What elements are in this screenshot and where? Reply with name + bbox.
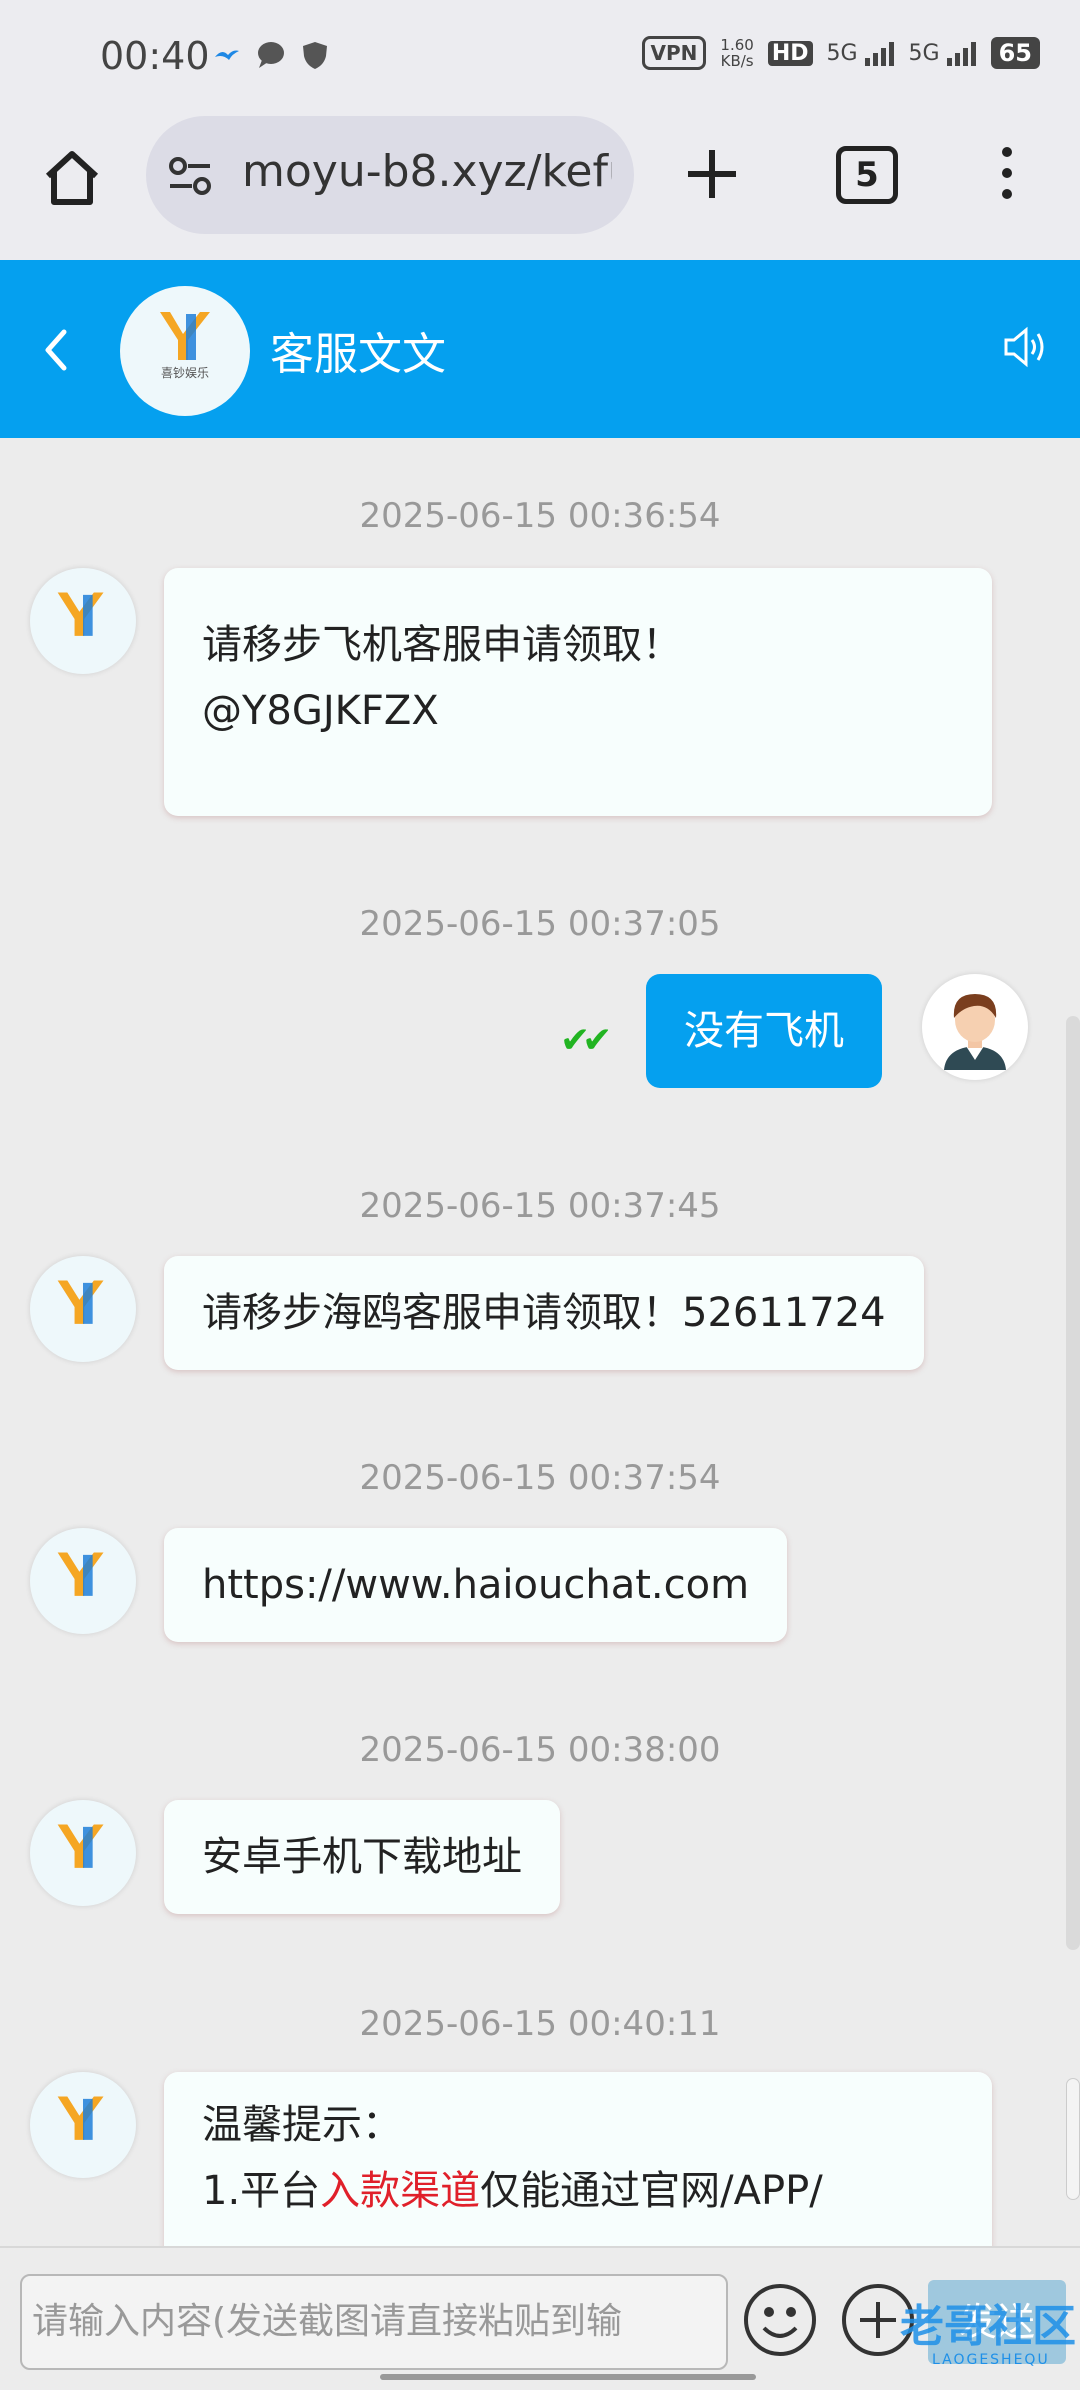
address-bar[interactable]: moyu-b8.xyz/kefu [146,116,634,234]
message-timestamp: 2025-06-15 00:40:11 [359,2004,721,2044]
highlighted-text: 入款渠道 [320,2168,481,2214]
message-text: 仅能通过官网/APP/ [480,2168,823,2214]
agent-avatar [30,1800,136,1906]
signal-2: 5G [909,41,977,66]
status-time: 00:40 [100,34,210,78]
read-status-icon: ✔✔ [560,1020,612,1061]
agent-avatar [30,1528,136,1634]
message-timestamp: 2025-06-15 00:38:00 [359,1730,721,1770]
message-text: @Y8GJKFZX [202,688,439,734]
message-bubble: https://www.haiouchat.com [164,1528,788,1642]
site-settings-icon[interactable] [166,152,214,200]
message-bubble: 请移步海鸥客服申请领取！52611724 [164,1256,924,1370]
message-timestamp: 2025-06-15 00:36:54 [359,496,721,536]
brand-logo-icon [57,592,104,636]
agent-avatar [30,1256,136,1362]
message-timestamp: 2025-06-15 00:37:54 [359,1458,721,1498]
message-input[interactable]: 请输入内容(发送截图请直接粘贴到输 [20,2274,728,2370]
message-notification-icon [258,42,284,68]
outgoing-message-bubble: 没有飞机 [646,974,882,1088]
status-bar: 00:40 VPN 1.60 KB/s HD 5G 5G 65 [0,0,1080,118]
brand-logo-icon [57,2096,104,2140]
speed-unit: KB/s [720,52,754,70]
message-timestamp: 2025-06-15 00:37:05 [359,904,721,944]
scrollbar[interactable] [1066,1016,1080,1950]
message-text-line: 1.平台入款渠道仅能通过官网/APP/ [202,2158,954,2224]
message-text: 没有飞机 [684,1008,844,1054]
message-link[interactable]: https://www.haiouchat.com [202,1562,749,1608]
agent-avatar [30,2072,136,2178]
bird-notification-icon [215,50,239,60]
message-timestamp: 2025-06-15 00:37:45 [359,1186,721,1226]
brand-logo-icon [57,1280,104,1324]
home-indicator[interactable] [380,2374,756,2380]
message-bubble: 安卓手机下载地址 [164,1800,560,1914]
vpn-badge: VPN [641,36,707,70]
message-text: 请移步飞机客服申请领取！ [202,622,682,668]
watermark-text: 老哥社区 [900,2301,1076,2352]
user-avatar [922,974,1028,1080]
back-arrow-icon[interactable] [38,324,72,376]
speaker-icon[interactable] [1000,322,1050,372]
battery-indicator: 65 [990,37,1040,69]
net-type-2: 5G [908,40,940,66]
signal-bars-icon [864,41,894,66]
brand-logo-icon [57,1552,104,1596]
message-text: 1.平台 [202,2168,321,2214]
shield-icon [303,42,327,69]
chat-title: 客服文文 [270,329,446,380]
notification-icons [212,40,330,70]
signal-1: 5G [827,41,895,66]
watermark-subtext: LAOGESHEQU [932,2352,1050,2368]
new-tab-icon[interactable] [686,148,738,200]
system-icons: VPN 1.60 KB/s HD 5G 5G 65 [641,36,1040,70]
emoji-icon[interactable] [742,2282,818,2358]
brand-logo-icon [160,312,210,360]
home-icon[interactable] [40,146,104,210]
brand-logo-icon [57,1824,104,1868]
url-text: moyu-b8.xyz/kefu [242,146,612,197]
signal-bars-icon [946,41,976,66]
chat-message-list[interactable]: 2025-06-15 00:36:54 请移步飞机客服申请领取！ @Y8GJKF… [0,438,1080,2246]
net-type-1: 5G [826,40,858,66]
user-avatar-icon [925,977,1025,1077]
tab-switcher-button[interactable]: 5 [836,146,898,204]
agent-avatar [30,568,136,674]
hd-badge: HD [767,40,813,66]
message-text: 温馨提示： [202,2102,402,2148]
message-text: 安卓手机下载地址 [202,1834,522,1880]
message-bubble: 温馨提示： 1.平台入款渠道仅能通过官网/APP/ [164,2072,992,2246]
scrollbar-thumb[interactable] [1066,2078,1080,2200]
brand-logo-text: 喜钞娱乐 [160,366,209,380]
more-menu-icon[interactable] [994,146,1020,200]
agent-logo: 喜钞娱乐 [120,286,250,416]
chat-header: 喜钞娱乐 客服文文 [0,260,1080,438]
network-speed: 1.60 KB/s [720,37,753,69]
message-bubble: 请移步飞机客服申请领取！ @Y8GJKFZX [164,568,992,816]
message-text: 请移步海鸥客服申请领取！52611724 [202,1290,886,1336]
